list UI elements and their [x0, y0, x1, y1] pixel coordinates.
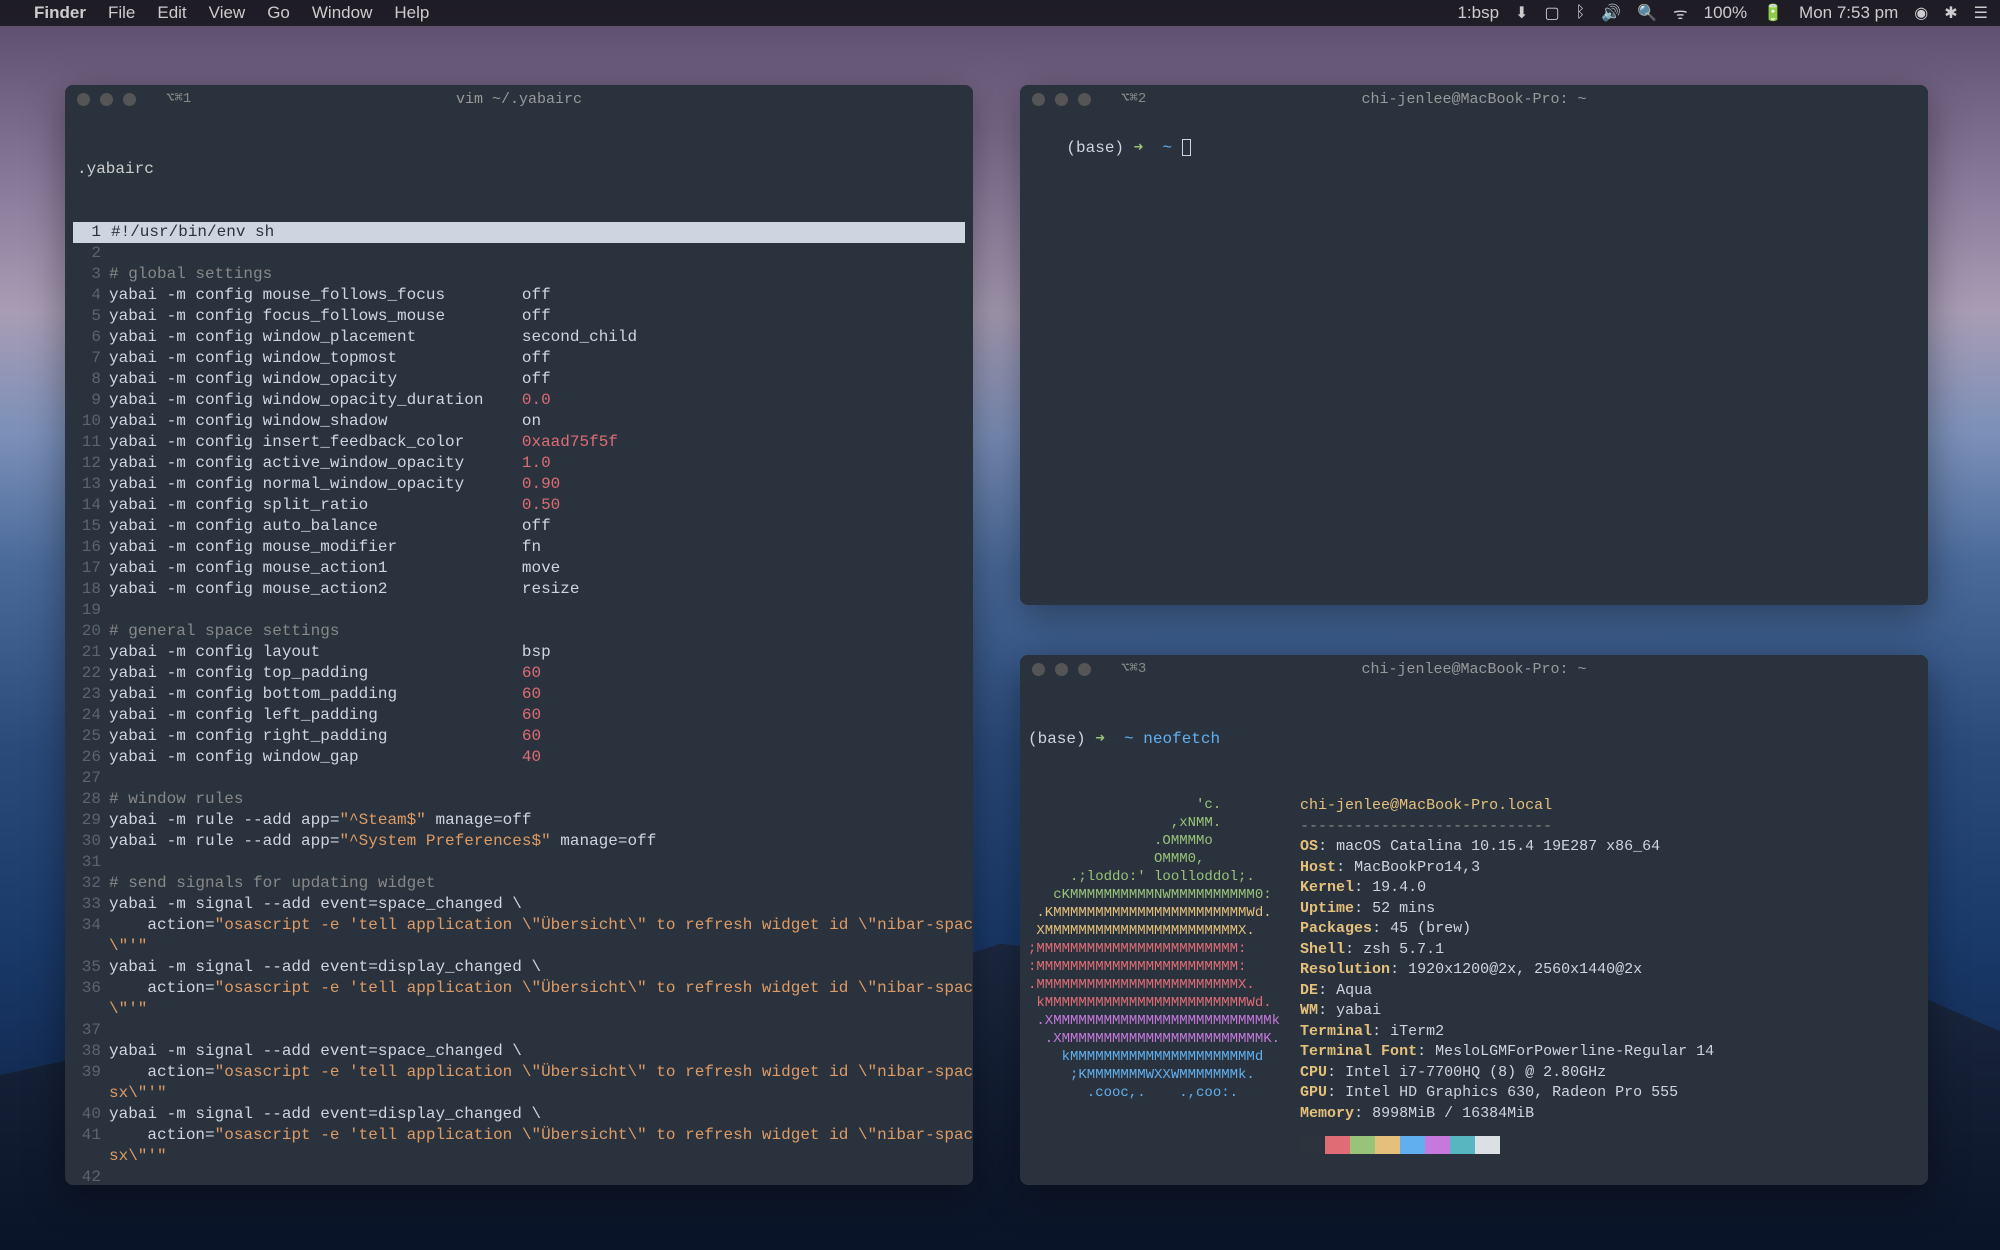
code-line: 41 action="osascript -e 'tell applicatio…	[73, 1125, 965, 1146]
terminal-content[interactable]: (base) ➜ ~	[1020, 113, 1928, 184]
code-line: sx\"'"	[73, 1146, 965, 1167]
minimize-icon[interactable]	[100, 93, 113, 106]
code-line: 20# general space settings	[73, 621, 965, 642]
code-line: 29yabai -m rule --add app="^Steam$" mana…	[73, 810, 965, 831]
menu-window[interactable]: Window	[312, 3, 372, 23]
shell-prompt: (base) ➜ ~	[1028, 730, 1143, 748]
code-line: 22yabai -m config top_padding 60	[73, 663, 965, 684]
neofetch-ascii-logo: 'c. ,xNMM. .OMMMMo OMMM0, .;loddo:' lool…	[1028, 796, 1280, 1162]
terminal-header[interactable]: ⌥⌘2 chi-jenlee@MacBook-Pro: ~	[1020, 85, 1928, 113]
zoom-icon[interactable]	[1078, 663, 1091, 676]
menubar-app-name[interactable]: Finder	[34, 3, 86, 23]
code-line: 42	[73, 1167, 965, 1185]
minimize-icon[interactable]	[1055, 93, 1068, 106]
neofetch-info: chi-jenlee@MacBook-Pro.local------------…	[1300, 796, 1714, 1162]
code-line: sx\"'"	[73, 1083, 965, 1104]
siri-icon[interactable]: ◉	[1914, 3, 1928, 23]
battery-icon[interactable]: 🔋	[1763, 3, 1783, 23]
zoom-icon[interactable]	[1078, 93, 1091, 106]
code-line: 11yabai -m config insert_feedback_color …	[73, 432, 965, 453]
neofetch-output: 'c. ,xNMM. .OMMMMo OMMM0, .;loddo:' lool…	[1028, 796, 1920, 1162]
code-line: 21yabai -m config layout bsp	[73, 642, 965, 663]
tab-shortcut: ⌥⌘2	[1121, 89, 1146, 110]
shell-prompt: (base) ➜ ~	[1066, 139, 1181, 157]
menu-edit[interactable]: Edit	[157, 3, 186, 23]
vim-buffer-name: .yabairc	[73, 159, 965, 180]
code-line: 7yabai -m config window_topmost off	[73, 348, 965, 369]
code-line: 18yabai -m config mouse_action2 resize	[73, 579, 965, 600]
code-line: 26yabai -m config window_gap 40	[73, 747, 965, 768]
code-line: 4yabai -m config mouse_follows_focus off	[73, 285, 965, 306]
close-icon[interactable]	[1032, 93, 1045, 106]
terminal-window-2[interactable]: ⌥⌘2 chi-jenlee@MacBook-Pro: ~ (base) ➜ ~	[1020, 85, 1928, 605]
code-line: 8yabai -m config window_opacity off	[73, 369, 965, 390]
zoom-icon[interactable]	[123, 93, 136, 106]
window-title: chi-jenlee@MacBook-Pro: ~	[1361, 89, 1586, 110]
cursor-icon	[1182, 139, 1191, 156]
terminal-content[interactable]: .yabairc 1#!/usr/bin/env sh23# global se…	[65, 113, 973, 1185]
code-line: 34 action="osascript -e 'tell applicatio…	[73, 915, 965, 936]
menu-file[interactable]: File	[108, 3, 135, 23]
menubar: Finder File Edit View Go Window Help 1:b…	[0, 0, 2000, 26]
window-title: chi-jenlee@MacBook-Pro: ~	[1361, 659, 1586, 680]
tab-shortcut: ⌥⌘3	[1121, 659, 1146, 680]
code-line: 10yabai -m config window_shadow on	[73, 411, 965, 432]
rectangle-icon[interactable]: ▢	[1544, 3, 1559, 23]
code-line: 35yabai -m signal --add event=display_ch…	[73, 957, 965, 978]
terminal-content[interactable]: (base) ➜ ~ neofetch 'c. ,xNMM. .OMMMMo O…	[1020, 683, 1928, 1185]
bluetooth-icon[interactable]: ᛒ	[1576, 4, 1586, 22]
code-line: 39 action="osascript -e 'tell applicatio…	[73, 1062, 965, 1083]
window-title: vim ~/.yabairc	[456, 89, 582, 110]
code-line: 24yabai -m config left_padding 60	[73, 705, 965, 726]
spotlight-icon[interactable]: 🔍	[1637, 3, 1657, 23]
command-text: neofetch	[1143, 730, 1220, 748]
code-line: \"'"	[73, 936, 965, 957]
menubar-clock[interactable]: Mon 7:53 pm	[1799, 3, 1898, 23]
code-line: 33yabai -m signal --add event=space_chan…	[73, 894, 965, 915]
code-line: 17yabai -m config mouse_action1 move	[73, 558, 965, 579]
minimize-icon[interactable]	[1055, 663, 1068, 676]
code-line: 14yabai -m config split_ratio 0.50	[73, 495, 965, 516]
menu-help[interactable]: Help	[394, 3, 429, 23]
code-line: \"'"	[73, 999, 965, 1020]
code-line: 38yabai -m signal --add event=space_chan…	[73, 1041, 965, 1062]
code-line: 30yabai -m rule --add app="^System Prefe…	[73, 831, 965, 852]
terminal-header[interactable]: ⌥⌘1 vim ~/.yabairc	[65, 85, 973, 113]
code-line: 5yabai -m config focus_follows_mouse off	[73, 306, 965, 327]
code-line: 1#!/usr/bin/env sh	[73, 222, 965, 243]
code-line: 3# global settings	[73, 264, 965, 285]
close-icon[interactable]	[1032, 663, 1045, 676]
code-line: 32# send signals for updating widget	[73, 873, 965, 894]
code-line: 23yabai -m config bottom_padding 60	[73, 684, 965, 705]
code-line: 40yabai -m signal --add event=display_ch…	[73, 1104, 965, 1125]
code-line: 12yabai -m config active_window_opacity …	[73, 453, 965, 474]
code-line: 15yabai -m config auto_balance off	[73, 516, 965, 537]
wifi-icon[interactable]: ᯤ	[1673, 2, 1688, 24]
status-bsp[interactable]: 1:bsp	[1457, 3, 1499, 23]
notification-center-icon[interactable]: ☰	[1974, 3, 1988, 23]
fastscripts-icon[interactable]: ✱	[1944, 3, 1957, 23]
terminal-header[interactable]: ⌥⌘3 chi-jenlee@MacBook-Pro: ~	[1020, 655, 1928, 683]
code-line: 9yabai -m config window_opacity_duration…	[73, 390, 965, 411]
battery-percent[interactable]: 100%	[1704, 3, 1747, 23]
code-line: 25yabai -m config right_padding 60	[73, 726, 965, 747]
code-line: 37	[73, 1020, 965, 1041]
code-line: 6yabai -m config window_placement second…	[73, 327, 965, 348]
code-line: 16yabai -m config mouse_modifier fn	[73, 537, 965, 558]
dropbox-icon[interactable]: ⬇	[1515, 3, 1528, 23]
code-line: 31	[73, 852, 965, 873]
code-line: 13yabai -m config normal_window_opacity …	[73, 474, 965, 495]
menu-view[interactable]: View	[209, 3, 246, 23]
tab-shortcut: ⌥⌘1	[166, 89, 191, 110]
terminal-window-1[interactable]: ⌥⌘1 vim ~/.yabairc .yabairc 1#!/usr/bin/…	[65, 85, 973, 1185]
volume-icon[interactable]: 🔊	[1601, 3, 1621, 23]
code-line: 2	[73, 243, 965, 264]
code-line: 36 action="osascript -e 'tell applicatio…	[73, 978, 965, 999]
code-line: 27	[73, 768, 965, 789]
code-line: 28# window rules	[73, 789, 965, 810]
close-icon[interactable]	[77, 93, 90, 106]
terminal-window-3[interactable]: ⌥⌘3 chi-jenlee@MacBook-Pro: ~ (base) ➜ ~…	[1020, 655, 1928, 1185]
menu-go[interactable]: Go	[267, 3, 290, 23]
code-line: 19	[73, 600, 965, 621]
